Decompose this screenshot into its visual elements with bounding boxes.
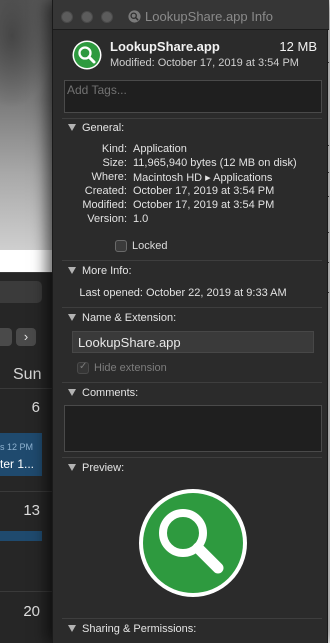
magnifier-icon	[128, 9, 141, 23]
size-value: 11,965,940 bytes (12 MB on disk)	[133, 157, 297, 169]
app-name: LookupShare.app	[110, 39, 220, 54]
calendar-divider	[0, 388, 60, 389]
section-divider	[62, 118, 322, 119]
disclosure-triangle-icon[interactable]	[68, 124, 76, 131]
minimize-button[interactable]	[81, 11, 93, 23]
created-label: Created:	[84, 185, 127, 197]
section-title-general[interactable]: General:	[82, 122, 124, 134]
where-label: Where:	[91, 171, 127, 183]
app-size: 12 MB	[279, 39, 317, 54]
section-divider	[62, 382, 322, 383]
window-titlebar[interactable]: LookupShare.app Info	[53, 0, 329, 30]
calendar-date[interactable]: 20	[23, 603, 40, 620]
calendar-event-time: s 12 PM	[0, 442, 34, 452]
section-title-sharing-permissions[interactable]: Sharing & Permissions:	[82, 623, 196, 635]
checkmark-icon: ✓	[79, 361, 88, 372]
kind-label: Kind:	[101, 143, 127, 155]
comments-field[interactable]	[64, 405, 322, 452]
last-opened-label: Last opened:	[79, 287, 143, 299]
hide-extension-checkbox[interactable]: ✓	[77, 361, 89, 374]
locked-checkbox[interactable]	[115, 240, 127, 252]
calendar-search-field[interactable]	[0, 281, 42, 303]
hide-extension-label[interactable]: Hide extension	[94, 362, 167, 374]
calendar-event[interactable]: s 12 PM ter 1...	[0, 433, 42, 476]
section-divider	[62, 307, 322, 308]
created-value: October 17, 2019 at 3:54 PM	[133, 185, 275, 197]
close-button[interactable]	[61, 11, 73, 23]
calendar-window: › Sun 6 s 12 PM ter 1... 13 20	[0, 272, 60, 643]
window-title: LookupShare.app Info	[145, 8, 273, 24]
kind-value: Application	[133, 143, 187, 155]
where-value: Macintosh HD ▸ Applications	[133, 172, 273, 184]
section-title-comments[interactable]: Comments:	[82, 387, 138, 399]
locked-label[interactable]: Locked	[132, 240, 167, 252]
section-divider	[62, 618, 322, 619]
modified-value: October 17, 2019 at 3:54 PM	[133, 199, 275, 211]
disclosure-triangle-icon[interactable]	[68, 389, 76, 396]
version-value: 1.0	[133, 213, 149, 225]
size-label: Size:	[102, 157, 127, 169]
info-header: LookupShare.app 12 MB Modified: October …	[53, 31, 329, 79]
disclosure-triangle-icon[interactable]	[68, 267, 76, 274]
modified-label: Modified:	[82, 199, 127, 211]
info-window: LookupShare.app Info LookupShare.app 12 …	[52, 0, 329, 643]
zoom-button[interactable]	[101, 11, 113, 23]
preview-magnifier-icon	[139, 489, 247, 597]
calendar-date[interactable]: 13	[23, 502, 40, 519]
window-title-group: LookupShare.app Info	[128, 8, 273, 24]
section-title-name-extension[interactable]: Name & Extension:	[82, 312, 176, 324]
calendar-event-title: ter 1...	[0, 457, 35, 471]
section-divider	[62, 260, 322, 261]
calendar-event-stripe[interactable]	[0, 531, 42, 541]
calendar-next-button[interactable]: ›	[16, 328, 36, 346]
section-title-preview[interactable]: Preview:	[82, 462, 124, 474]
calendar-day-header: Sun	[13, 366, 42, 383]
calendar-prev-button[interactable]	[0, 328, 12, 346]
app-icon	[72, 40, 102, 70]
last-opened-value: October 22, 2019 at 9:33 AM	[146, 287, 287, 299]
name-field[interactable]	[72, 331, 314, 353]
calendar-divider	[0, 591, 60, 592]
calendar-date[interactable]: 6	[32, 399, 40, 416]
version-label: Version:	[87, 213, 127, 225]
tags-field[interactable]	[64, 80, 322, 113]
section-divider	[62, 457, 322, 458]
disclosure-triangle-icon[interactable]	[68, 464, 76, 471]
disclosure-triangle-icon[interactable]	[68, 314, 76, 321]
section-title-more-info[interactable]: More Info:	[82, 265, 132, 277]
background-photo-shade	[0, 0, 60, 120]
app-modified-date: Modified: October 17, 2019 at 3:54 PM	[110, 57, 299, 69]
disclosure-triangle-icon[interactable]	[68, 625, 76, 632]
calendar-divider	[0, 491, 60, 492]
tags-input[interactable]	[65, 81, 321, 112]
